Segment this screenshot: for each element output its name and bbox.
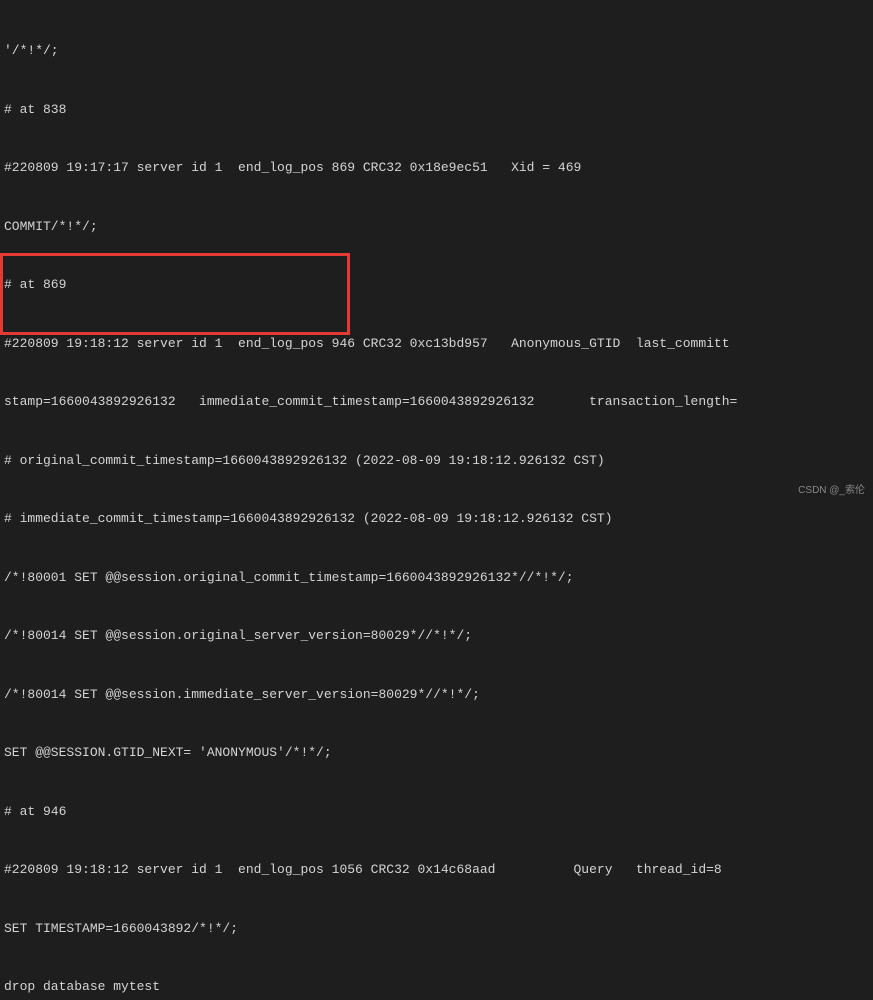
output-line: stamp=1660043892926132 immediate_commit_…	[4, 392, 869, 412]
output-line: /*!80001 SET @@session.original_commit_t…	[4, 568, 869, 588]
output-line: drop database mytest	[4, 977, 869, 997]
output-line: #220809 19:18:12 server id 1 end_log_pos…	[4, 334, 869, 354]
output-line: #220809 19:18:12 server id 1 end_log_pos…	[4, 860, 869, 880]
output-line: COMMIT/*!*/;	[4, 217, 869, 237]
output-line: # original_commit_timestamp=166004389292…	[4, 451, 869, 471]
watermark-text: CSDN @_索伦	[798, 483, 865, 498]
output-line: # at 869	[4, 275, 869, 295]
output-line: SET @@SESSION.GTID_NEXT= 'ANONYMOUS'/*!*…	[4, 743, 869, 763]
output-line: #220809 19:17:17 server id 1 end_log_pos…	[4, 158, 869, 178]
output-line: # at 946	[4, 802, 869, 822]
output-line: SET TIMESTAMP=1660043892/*!*/;	[4, 919, 869, 939]
output-line: /*!80014 SET @@session.immediate_server_…	[4, 685, 869, 705]
output-line: '/*!*/;	[4, 41, 869, 61]
output-line: # at 838	[4, 100, 869, 120]
output-line: # immediate_commit_timestamp=16600438929…	[4, 509, 869, 529]
terminal-output: '/*!*/; # at 838 #220809 19:17:17 server…	[0, 0, 873, 1000]
output-line: /*!80014 SET @@session.original_server_v…	[4, 626, 869, 646]
